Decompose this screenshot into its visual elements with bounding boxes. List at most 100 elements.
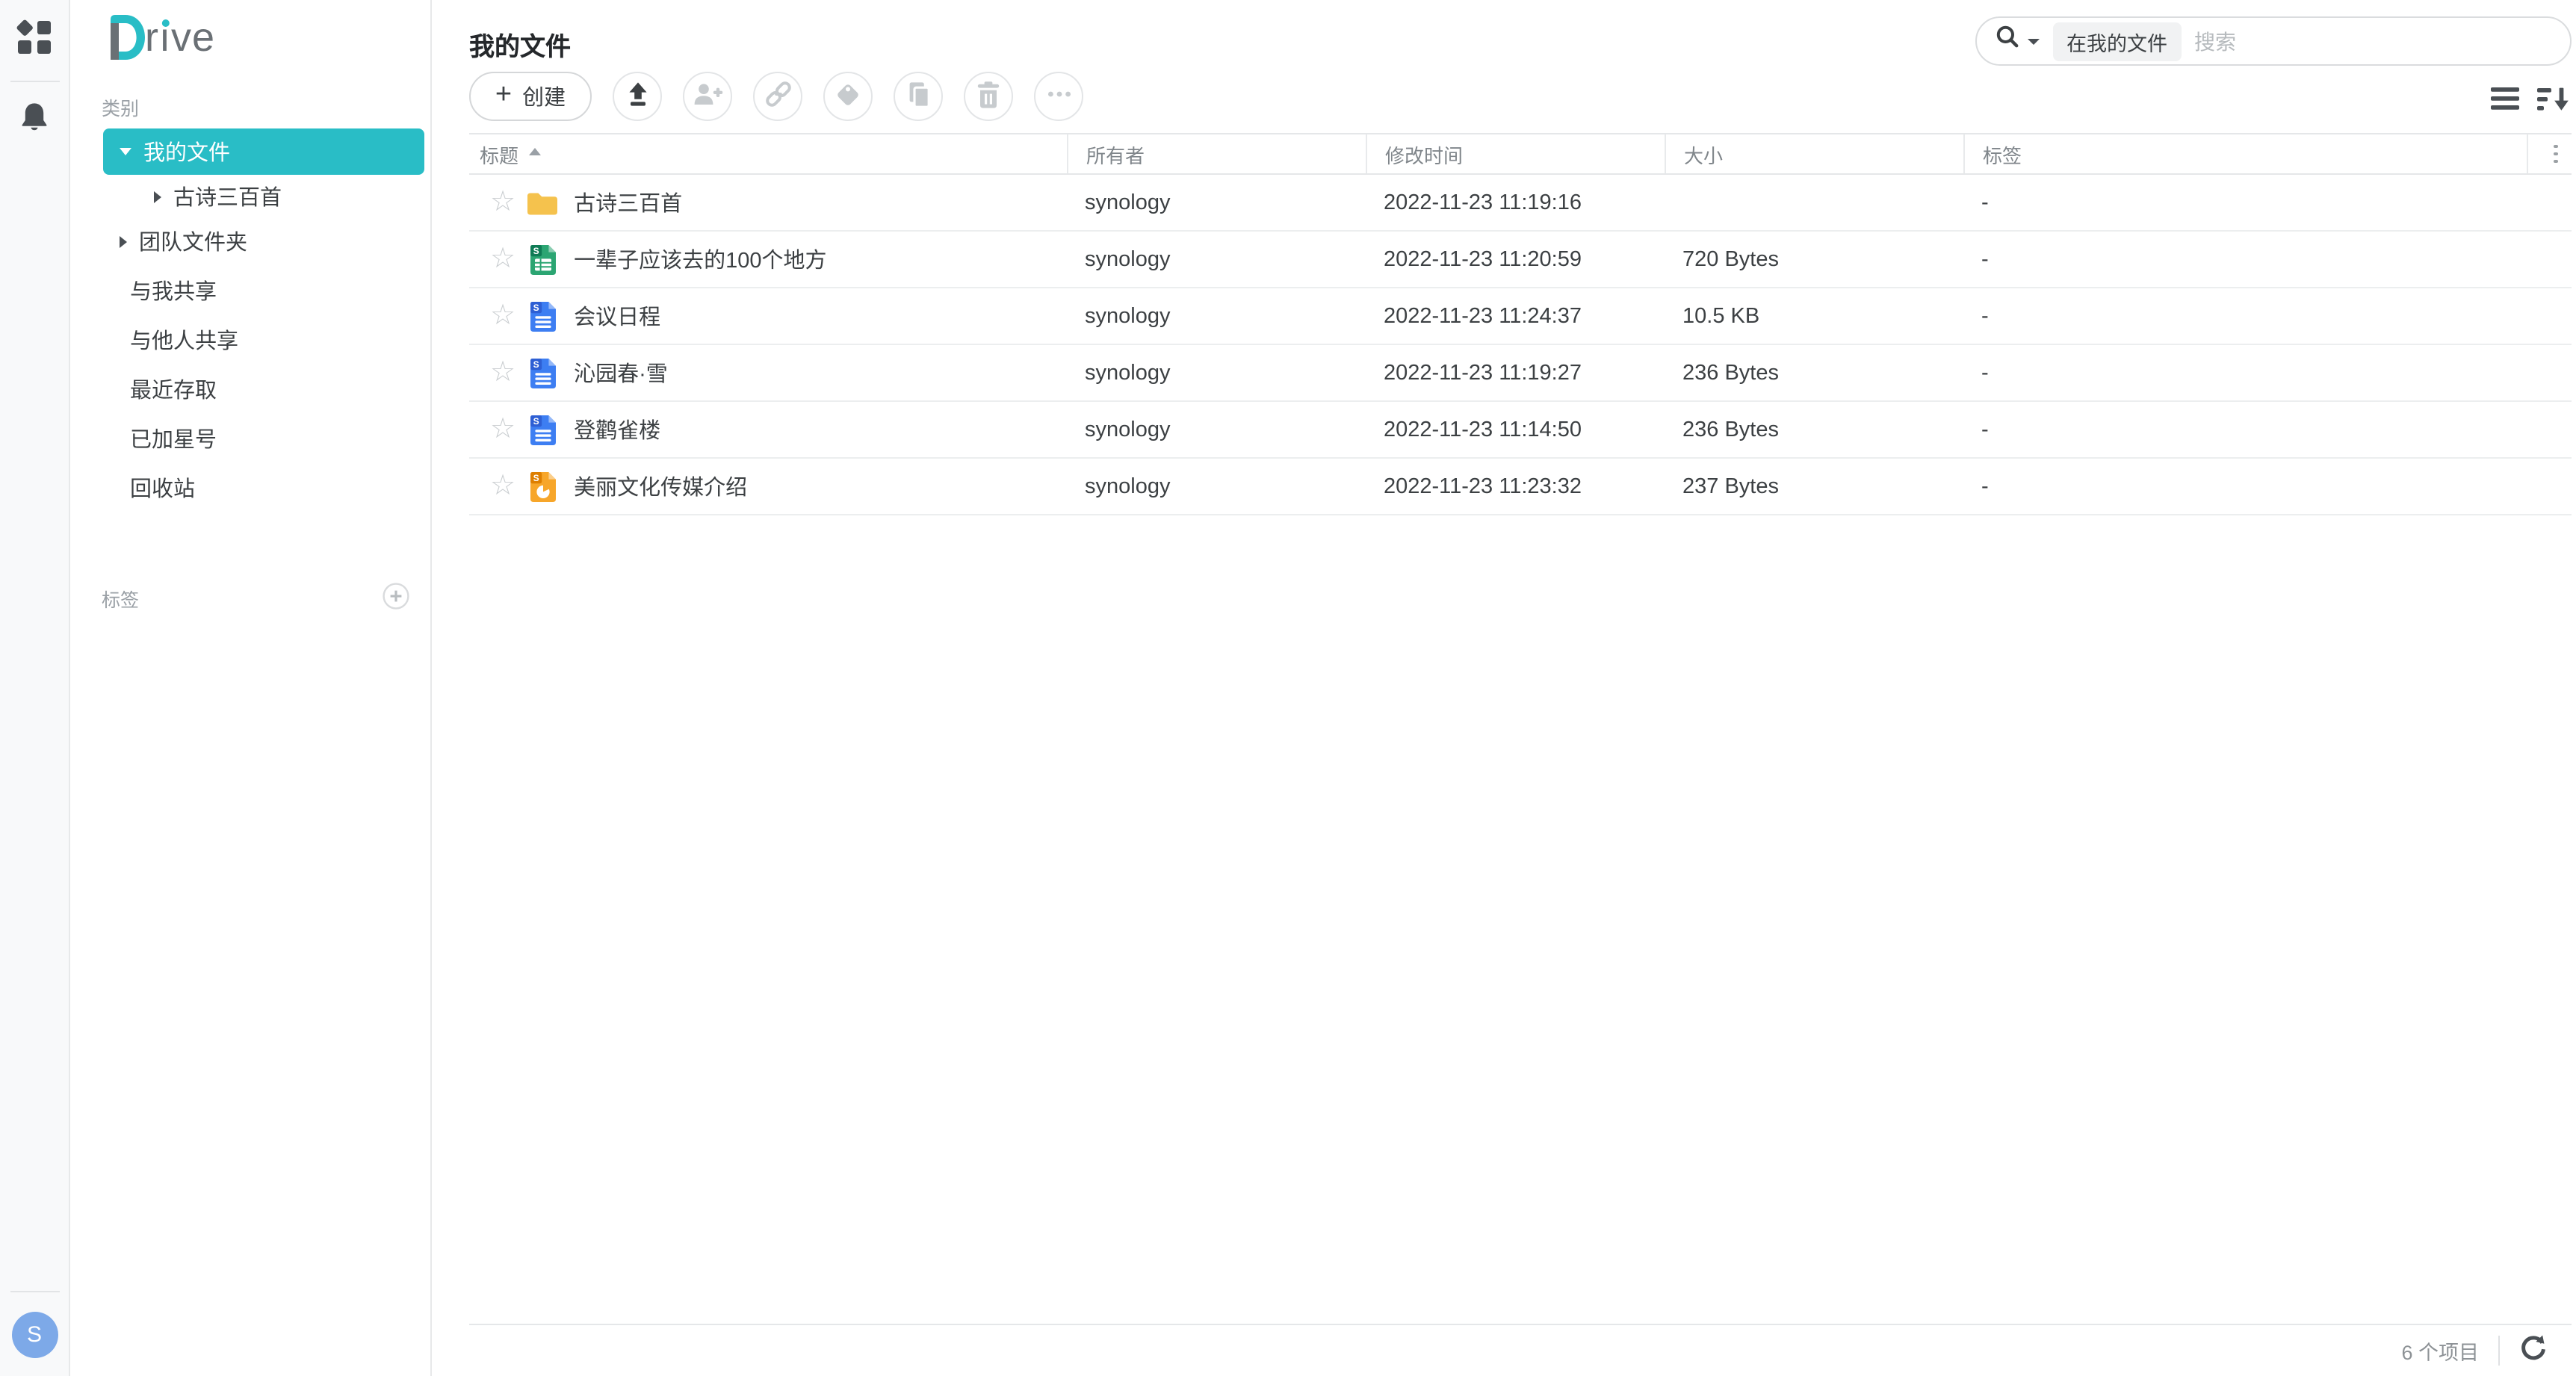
table-row[interactable]: ☆ S 沁园春·雪 synology 2022-11-23 11:19:27 2… bbox=[469, 345, 2572, 402]
search-bar[interactable]: 在我的文件 bbox=[1975, 16, 2572, 66]
svg-text:S: S bbox=[533, 302, 539, 312]
refresh-button[interactable] bbox=[2519, 1334, 2548, 1367]
column-header-owner[interactable]: 所有者 bbox=[1067, 134, 1366, 173]
sidebar-item-recycle-bin[interactable]: 回收站 bbox=[103, 463, 424, 512]
item-count: 6 个项目 bbox=[2401, 1336, 2479, 1366]
chevron-right-icon bbox=[120, 235, 127, 247]
column-header-size[interactable]: 大小 bbox=[1665, 134, 1963, 173]
bell-icon bbox=[19, 102, 49, 137]
plus-circle-icon bbox=[383, 583, 409, 614]
ellipsis-icon bbox=[1045, 81, 1072, 112]
table-row[interactable]: ☆ S 会议日程 synology 2022-11-23 11:24:37 10… bbox=[469, 288, 2572, 345]
list-view-icon bbox=[2491, 87, 2519, 117]
sort-button[interactable] bbox=[2537, 87, 2569, 117]
sidebar-item-shared-with-others[interactable]: 与他人共享 bbox=[103, 315, 424, 365]
file-modified: 2022-11-23 11:24:37 bbox=[1366, 304, 1665, 328]
file-owner: synology bbox=[1067, 190, 1366, 214]
file-owner: synology bbox=[1067, 418, 1366, 441]
svg-text:S: S bbox=[533, 415, 539, 426]
table-header: 标题 所有者 修改时间 大小 标签 bbox=[469, 133, 2572, 175]
sheet-icon: S bbox=[527, 244, 557, 274]
more-actions-button[interactable] bbox=[1034, 72, 1083, 121]
sidebar-item-shared-with-me[interactable]: 与我共享 bbox=[103, 266, 424, 315]
sidebar: rıve 类别 我的文件 古诗三百首 团队文件夹 与我共享 与他人共享 bbox=[72, 0, 432, 1376]
star-icon[interactable]: ☆ bbox=[490, 188, 515, 217]
file-name: 会议日程 bbox=[574, 300, 660, 332]
column-header-modified[interactable]: 修改时间 bbox=[1366, 134, 1665, 173]
app-rail: S bbox=[0, 0, 70, 1376]
link-icon bbox=[763, 79, 793, 114]
upload-button[interactable] bbox=[613, 72, 662, 121]
trash-icon bbox=[976, 80, 1001, 113]
file-modified: 2022-11-23 11:20:59 bbox=[1366, 247, 1665, 271]
drive-logo-d-icon bbox=[111, 15, 145, 67]
star-icon[interactable]: ☆ bbox=[490, 245, 515, 273]
slides-icon: S bbox=[527, 471, 557, 501]
table-row[interactable]: ☆ 古诗三百首 synology 2022-11-23 11:19:16 - bbox=[469, 175, 2572, 232]
sort-ascending-icon bbox=[529, 148, 541, 155]
file-owner: synology bbox=[1067, 361, 1366, 385]
file-modified: 2022-11-23 11:19:27 bbox=[1366, 361, 1665, 385]
drive-logo: rıve bbox=[111, 15, 215, 63]
column-settings-button[interactable] bbox=[2554, 144, 2558, 164]
person-add-icon bbox=[692, 81, 723, 112]
star-icon[interactable]: ☆ bbox=[490, 415, 515, 444]
delete-button[interactable] bbox=[964, 72, 1013, 121]
get-link-button[interactable] bbox=[753, 72, 802, 121]
doc-icon: S bbox=[527, 301, 557, 331]
star-icon[interactable]: ☆ bbox=[490, 472, 515, 500]
search-scope-chip[interactable]: 在我的文件 bbox=[2053, 22, 2181, 61]
file-tags: - bbox=[1963, 361, 2527, 385]
status-bar: 6 个项目 bbox=[469, 1324, 2572, 1376]
sidebar-item-label: 已加星号 bbox=[130, 423, 217, 454]
user-avatar[interactable]: S bbox=[11, 1312, 58, 1358]
file-tags: - bbox=[1963, 247, 2527, 271]
sidebar-item-starred[interactable]: 已加星号 bbox=[103, 414, 424, 463]
table-row[interactable]: ☆ S 登鹳雀楼 synology 2022-11-23 11:14:50 23… bbox=[469, 402, 2572, 459]
file-tags: - bbox=[1963, 418, 2527, 441]
tags-label: 标签 bbox=[102, 584, 139, 613]
file-name: 沁园春·雪 bbox=[574, 357, 668, 388]
sidebar-item-label: 古诗三百首 bbox=[173, 181, 282, 212]
sidebar-item-label: 最近存取 bbox=[130, 374, 217, 405]
copy-button[interactable] bbox=[894, 72, 943, 121]
table-row[interactable]: ☆ S 美丽文化传媒介绍 synology 2022-11-23 11:23:3… bbox=[469, 459, 2572, 515]
sidebar-item-label: 回收站 bbox=[130, 472, 195, 503]
share-add-button[interactable] bbox=[683, 72, 732, 121]
file-name: 登鹳雀楼 bbox=[574, 414, 660, 445]
file-name: 古诗三百首 bbox=[574, 187, 682, 218]
column-header-tags[interactable]: 标签 bbox=[1963, 134, 2527, 173]
column-header-title[interactable]: 标题 bbox=[469, 134, 1067, 173]
drive-window: S rıve 类别 我的文件 古诗三百首 bbox=[0, 0, 2576, 1376]
doc-icon: S bbox=[527, 358, 557, 388]
file-owner: synology bbox=[1067, 304, 1366, 328]
sidebar-item-team-folder[interactable]: 团队文件夹 bbox=[103, 217, 424, 266]
sidebar-item-label: 我的文件 bbox=[143, 136, 230, 167]
table-row[interactable]: ☆ S 一辈子应该去的100个地方 synology 2022-11-23 11… bbox=[469, 232, 2572, 288]
sidebar-item-recent[interactable]: 最近存取 bbox=[103, 365, 424, 414]
create-button-label: 创建 bbox=[522, 81, 566, 112]
copy-icon bbox=[905, 80, 932, 113]
sidebar-item-my-files[interactable]: 我的文件 bbox=[103, 128, 424, 175]
tag-button[interactable] bbox=[823, 72, 873, 121]
chevron-down-icon bbox=[120, 148, 131, 155]
file-name: 一辈子应该去的100个地方 bbox=[574, 244, 826, 275]
sidebar-item-poems-folder[interactable]: 古诗三百首 bbox=[103, 176, 424, 217]
sidebar-item-label: 与他人共享 bbox=[130, 324, 238, 356]
app-launcher-button[interactable] bbox=[15, 18, 54, 61]
file-table: 标题 所有者 修改时间 大小 标签 ☆ 古诗三百首 synology 2022-… bbox=[469, 133, 2572, 515]
list-view-button[interactable] bbox=[2491, 87, 2519, 117]
star-icon[interactable]: ☆ bbox=[490, 302, 515, 330]
file-tags: - bbox=[1963, 474, 2527, 498]
file-owner: synology bbox=[1067, 474, 1366, 498]
rail-divider bbox=[10, 81, 59, 82]
search-icon bbox=[1995, 24, 2022, 58]
star-icon[interactable]: ☆ bbox=[490, 359, 515, 387]
svg-text:S: S bbox=[533, 359, 539, 369]
main-panel: 我的文件 在我的文件 + 创建 bbox=[433, 0, 2576, 1376]
add-tag-button[interactable] bbox=[383, 583, 409, 614]
search-scope-caret-icon[interactable] bbox=[2028, 38, 2040, 44]
notifications-button[interactable] bbox=[19, 102, 49, 137]
search-input[interactable] bbox=[2194, 29, 2552, 53]
create-button[interactable]: + 创建 bbox=[469, 72, 592, 121]
